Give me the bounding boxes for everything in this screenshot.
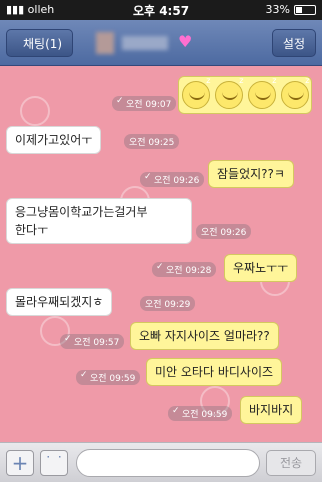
message-time: 오전 09:07: [112, 96, 177, 111]
heart-icon: ♥: [178, 32, 193, 51]
message-time: 오전 09:29: [140, 296, 196, 311]
emoticon-button[interactable]: ˙ ˙: [40, 450, 68, 476]
chat-area[interactable]: 오전 09:07 z z z z 이제가고있어ㅜ 오전 09:25 오전 09:…: [0, 66, 322, 442]
status-bar: ▮▮▮ olleh 오후 4:57 33%: [0, 0, 322, 20]
attach-plus-button[interactable]: +: [6, 450, 34, 476]
battery-icon: [294, 4, 316, 15]
sleepy-face-icon: z: [214, 76, 244, 109]
message-time: 오전 09:59: [76, 370, 141, 385]
battery-indicator: 33%: [266, 3, 316, 16]
send-button[interactable]: 전송: [266, 450, 316, 476]
message-time: 오전 09:28: [152, 262, 217, 277]
outgoing-message[interactable]: 오빠 자지사이즈 얼마라??: [130, 322, 279, 350]
outgoing-message[interactable]: 우짜노ㅜㅜ: [224, 254, 298, 282]
sleepy-face-icon: z: [181, 76, 211, 109]
back-button[interactable]: 채팅(1): [6, 29, 74, 57]
message-input[interactable]: [76, 449, 260, 477]
contact-name-blurred: [122, 36, 168, 50]
message-time: 오전 09:57: [60, 334, 125, 349]
outgoing-message[interactable]: 미안 오타다 바디사이즈: [146, 358, 283, 386]
chat-title-blurred: [96, 32, 182, 54]
incoming-message[interactable]: 몰라우째되겠지ㅎ: [6, 288, 113, 316]
incoming-message[interactable]: 이제가고있어ㅜ: [6, 126, 102, 154]
chat-header: 채팅(1) ♥ 설정: [0, 20, 322, 66]
incoming-message[interactable]: 응그냥몸이학교가는걸거부 한다ㅜ: [6, 198, 192, 244]
message-time: 오전 09:26: [140, 172, 205, 187]
message-time: 오전 09:59: [168, 406, 233, 421]
avatar: [96, 32, 114, 54]
outgoing-message[interactable]: 잠들었지??ㅋ: [208, 160, 294, 188]
bg-circle: [20, 96, 50, 126]
message-time: 오전 09:25: [124, 134, 180, 149]
sleepy-face-icon: z: [247, 76, 277, 109]
settings-button[interactable]: 설정: [271, 29, 316, 57]
outgoing-message[interactable]: 바지바지: [240, 396, 303, 424]
emoticon-message[interactable]: z z z z: [178, 76, 312, 114]
sleepy-face-icon: z: [280, 76, 310, 109]
message-time: 오전 09:26: [196, 224, 252, 239]
message-input-bar: + ˙ ˙ 전송: [0, 442, 322, 482]
